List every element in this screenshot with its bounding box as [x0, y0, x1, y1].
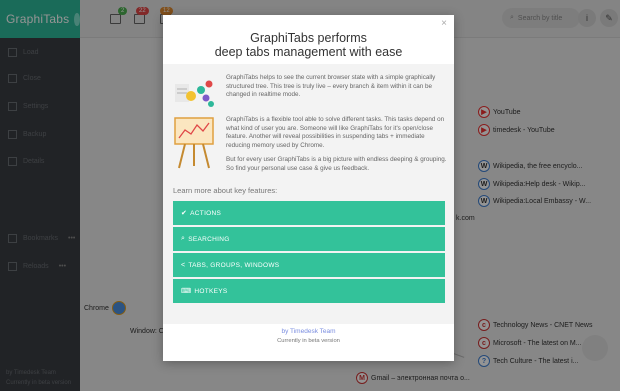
search-icon: ⌕ — [181, 235, 186, 242]
check-icon: ✔ — [181, 210, 188, 217]
actions-button-label: ACTIONS — [190, 209, 222, 217]
actions-button[interactable]: ✔ ACTIONS — [173, 201, 445, 225]
dialog-title-line1: GraphiTabs performs — [250, 31, 367, 45]
footer-beta-note: Currently in beta version — [277, 338, 340, 344]
hotkeys-button[interactable]: ⌨ HOTKEYS — [173, 279, 445, 303]
searching-button[interactable]: ⌕ SEARCHING — [173, 227, 445, 251]
close-icon[interactable]: × — [441, 18, 447, 29]
footer-team-link[interactable]: by Timedesk Team — [163, 328, 454, 335]
share-icon: < — [181, 261, 186, 269]
learn-more-heading: Learn more about key features: — [173, 186, 278, 195]
dialog-title-line2: deep tabs management with ease — [214, 45, 403, 59]
searching-button-label: SEARCHING — [188, 235, 230, 243]
tree-illustration-icon — [175, 80, 214, 107]
tabs-groups-windows-button-label: TABS, GROUPS, WINDOWS — [188, 261, 280, 269]
intro-paragraph-3: But for every user GraphiTabs is a big p… — [226, 156, 447, 172]
welcome-dialog: × GraphiTabs performs deep tabs manageme… — [163, 15, 454, 361]
tabs-groups-windows-button[interactable]: < TABS, GROUPS, WINDOWS — [173, 253, 445, 277]
intro-paragraph-1: GraphiTabs helps to see the current brow… — [226, 74, 436, 99]
hotkeys-button-label: HOTKEYS — [194, 287, 228, 295]
dialog-footer: by Timedesk Team Currently in beta versi… — [163, 324, 454, 344]
keyboard-icon: ⌨ — [181, 288, 192, 295]
dialog-title: GraphiTabs performs deep tabs management… — [163, 15, 454, 64]
dialog-body: GraphiTabs helps to see the current brow… — [163, 64, 454, 324]
easel-chart-illustration-icon — [174, 117, 214, 169]
intro-section-tree: GraphiTabs helps to see the current brow… — [173, 74, 445, 110]
intro-paragraph-2: GraphiTabs is a flexible tool able to so… — [226, 116, 445, 149]
intro-section-flexible: GraphiTabs is a flexible tool able to so… — [173, 116, 447, 180]
